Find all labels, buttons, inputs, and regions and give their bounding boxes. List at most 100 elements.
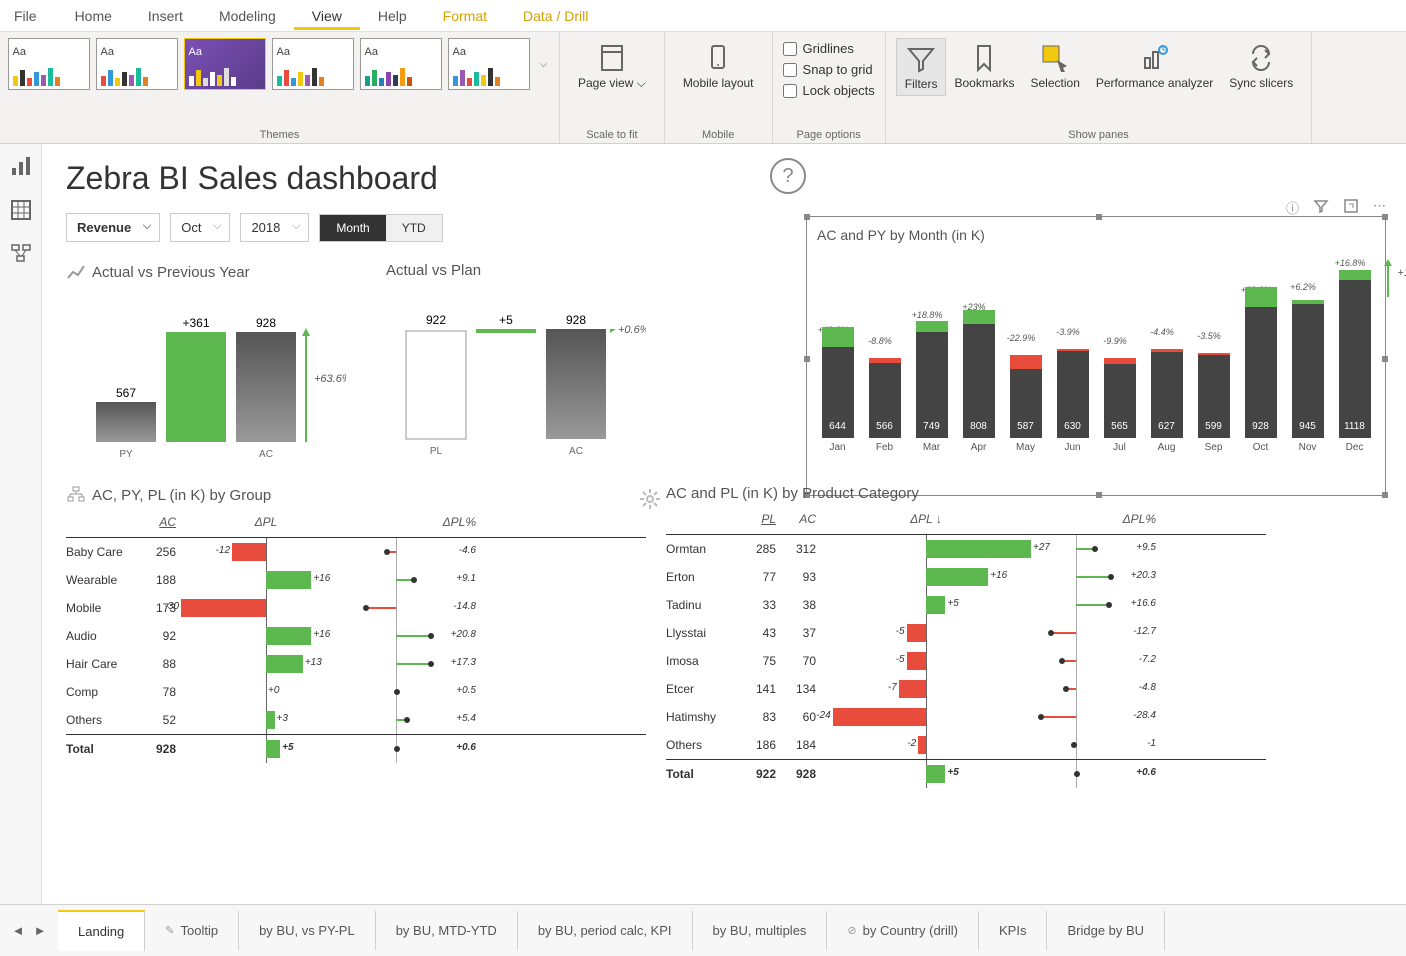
help-button[interactable]: ?	[770, 158, 806, 194]
model-view-icon[interactable]	[9, 242, 33, 266]
sync-slicers-button[interactable]: Sync slicers	[1221, 38, 1301, 96]
menu-file[interactable]: File	[10, 2, 57, 30]
visual-filter-icon[interactable]	[1313, 198, 1329, 214]
theme-swatch-5[interactable]: Aa	[360, 38, 442, 90]
month-bar-sep[interactable]: -3.5% 599 Sep	[1193, 353, 1234, 453]
table-row[interactable]: Hatimshy8360 -24 -28.4	[666, 703, 1266, 731]
tab-bu-pypl[interactable]: by BU, vs PY-PL	[239, 911, 376, 950]
month-bar-jan[interactable]: +40.3% 644 Jan	[817, 347, 858, 453]
month-bar-nov[interactable]: +6.2% 945 Nov	[1287, 304, 1328, 453]
table-row[interactable]: Etcer141134 -7 -4.8	[666, 675, 1266, 703]
table-row[interactable]: Mobile173 -30 -14.8	[66, 594, 646, 622]
report-canvas: Zebra BI Sales dashboard ? ⓘ ⋯ Revenue O…	[42, 144, 1406, 904]
tab-country[interactable]: ⊘by Country (drill)	[827, 911, 979, 950]
table-row-total[interactable]: Total922928 +5 +0.6	[666, 759, 1266, 787]
next-page-button[interactable]: ►	[32, 923, 48, 938]
month-bar-apr[interactable]: +23% 808 Apr	[958, 324, 999, 453]
theme-swatch-6[interactable]: Aa	[448, 38, 530, 90]
table-row-total[interactable]: Total928 +5 +0.6	[66, 734, 646, 762]
table-row[interactable]: Others186184 -2 -1	[666, 731, 1266, 759]
menu-insert[interactable]: Insert	[130, 2, 201, 30]
hierarchy-icon	[66, 485, 86, 505]
svg-text:+0.6%: +0.6%	[618, 324, 646, 336]
year-slicer[interactable]: 2018	[240, 213, 309, 242]
month-bar-jul[interactable]: -9.9% 565 Jul	[1099, 358, 1140, 453]
menu-home[interactable]: Home	[57, 2, 130, 30]
performance-button[interactable]: Performance analyzer	[1088, 38, 1221, 96]
tab-kpis[interactable]: KPIs	[979, 911, 1047, 950]
actual-vs-plan-chart[interactable]: 922 +5 928 +0.6% PL AC	[386, 289, 646, 459]
page-view-button[interactable]: Page view ⌵	[570, 38, 654, 94]
data-view-icon[interactable]	[9, 198, 33, 222]
product-table-title: AC and PL (in K) by Product Category	[666, 485, 1266, 502]
month-bar-may[interactable]: -22.9% 587 May	[1005, 355, 1046, 453]
svg-text:922: 922	[426, 313, 446, 327]
show-panes-label: Show panes	[1068, 127, 1129, 141]
bookmark-icon	[968, 42, 1000, 74]
product-table[interactable]: PL AC ΔPL ↓ ΔPL% Ormtan285312 +27 +9.5Er…	[666, 512, 1266, 787]
toggle-month[interactable]: Month	[320, 215, 385, 241]
menu-format[interactable]: Format	[425, 2, 505, 30]
table-row[interactable]: Baby Care256 -12 -4.6	[66, 538, 646, 566]
sync-icon	[1245, 42, 1277, 74]
lock-checkbox[interactable]: Lock objects	[783, 80, 875, 101]
menu-help[interactable]: Help	[360, 2, 425, 30]
theme-swatch-4[interactable]: Aa	[272, 38, 354, 90]
table-row[interactable]: Imosa7570 -5 -7.2	[666, 647, 1266, 675]
month-bar-feb[interactable]: -8.8% 566 Feb	[864, 358, 905, 453]
month-bar-oct[interactable]: +63.6% 928 Oct	[1240, 307, 1281, 453]
page-title: Zebra BI Sales dashboard	[66, 160, 1382, 197]
group-table[interactable]: AC ΔPL ΔPL% Baby Care256 -12 -4.6Wearabl…	[66, 515, 646, 762]
month-bar-dec[interactable]: +16.8% 1118 Dec	[1334, 280, 1375, 453]
table-row[interactable]: Others52 +3 +5.4	[66, 706, 646, 734]
svg-text:AC: AC	[259, 449, 273, 460]
filters-button[interactable]: Filters	[896, 38, 947, 96]
page-view-icon	[596, 42, 628, 74]
theme-swatch-3[interactable]: Aa	[184, 38, 266, 90]
focus-mode-icon[interactable]	[1343, 198, 1359, 214]
month-bar-mar[interactable]: +18.8% 749 Mar	[911, 332, 952, 453]
info-icon[interactable]: ⓘ	[1286, 198, 1299, 217]
table-row[interactable]: Wearable188 +16 +9.1	[66, 566, 646, 594]
gridlines-checkbox[interactable]: Gridlines	[783, 38, 875, 59]
gear-icon[interactable]	[638, 487, 662, 511]
group-table-title: AC, PY, PL (in K) by Group	[66, 485, 646, 505]
table-row[interactable]: Comp78 +0 +0.5	[66, 678, 646, 706]
tab-bu-mtd[interactable]: by BU, MTD-YTD	[376, 911, 518, 950]
month-slicer[interactable]: Oct	[170, 213, 230, 242]
theme-swatch-2[interactable]: Aa	[96, 38, 178, 90]
table-row[interactable]: Hair Care88 +13 +17.3	[66, 650, 646, 678]
toggle-ytd[interactable]: YTD	[386, 215, 442, 241]
prev-page-button[interactable]: ◄	[10, 923, 26, 938]
table-row[interactable]: Ormtan285312 +27 +9.5	[666, 535, 1266, 563]
tab-tooltip[interactable]: ✎Tooltip	[145, 911, 239, 950]
svg-text:PL: PL	[430, 446, 443, 457]
table-row[interactable]: Erton7793 +16 +20.3	[666, 563, 1266, 591]
tab-bu-period[interactable]: by BU, period calc, KPI	[518, 911, 693, 950]
report-view-icon[interactable]	[9, 154, 33, 178]
month-bar-aug[interactable]: -4.4% 627 Aug	[1146, 349, 1187, 453]
menu-modeling[interactable]: Modeling	[201, 2, 294, 30]
mobile-group-label: Mobile	[702, 127, 734, 141]
tab-landing[interactable]: Landing	[58, 910, 145, 951]
themes-dropdown[interactable]: ⌵	[536, 38, 552, 90]
table-row[interactable]: Llysstai4337 -5 -12.7	[666, 619, 1266, 647]
svg-text:+5: +5	[499, 313, 513, 327]
theme-swatch-1[interactable]: Aa	[8, 38, 90, 90]
monthly-chart-visual[interactable]: AC and PY by Month (in K) +16.8% +40.3% …	[806, 216, 1386, 496]
snap-checkbox[interactable]: Snap to grid	[783, 59, 875, 80]
metric-slicer[interactable]: Revenue	[66, 213, 160, 242]
menu-data-drill[interactable]: Data / Drill	[505, 2, 606, 30]
bookmarks-button[interactable]: Bookmarks	[946, 38, 1022, 96]
selection-button[interactable]: Selection	[1023, 38, 1088, 96]
svg-text:928: 928	[566, 313, 586, 327]
tab-bu-multiples[interactable]: by BU, multiples	[693, 911, 828, 950]
actual-vs-py-chart[interactable]: 567 +361 928 +63.6% PY AC	[66, 292, 346, 462]
menu-view[interactable]: View	[294, 2, 360, 30]
mobile-layout-button[interactable]: Mobile layout	[675, 38, 762, 94]
month-bar-jun[interactable]: -3.9% 630 Jun	[1052, 349, 1093, 453]
table-row[interactable]: Tadinu3338 +5 +16.6	[666, 591, 1266, 619]
table-row[interactable]: Audio92 +16 +20.8	[66, 622, 646, 650]
menu-bar: File Home Insert Modeling View Help Form…	[0, 0, 1406, 32]
tab-bridge[interactable]: Bridge by BU	[1047, 911, 1165, 950]
